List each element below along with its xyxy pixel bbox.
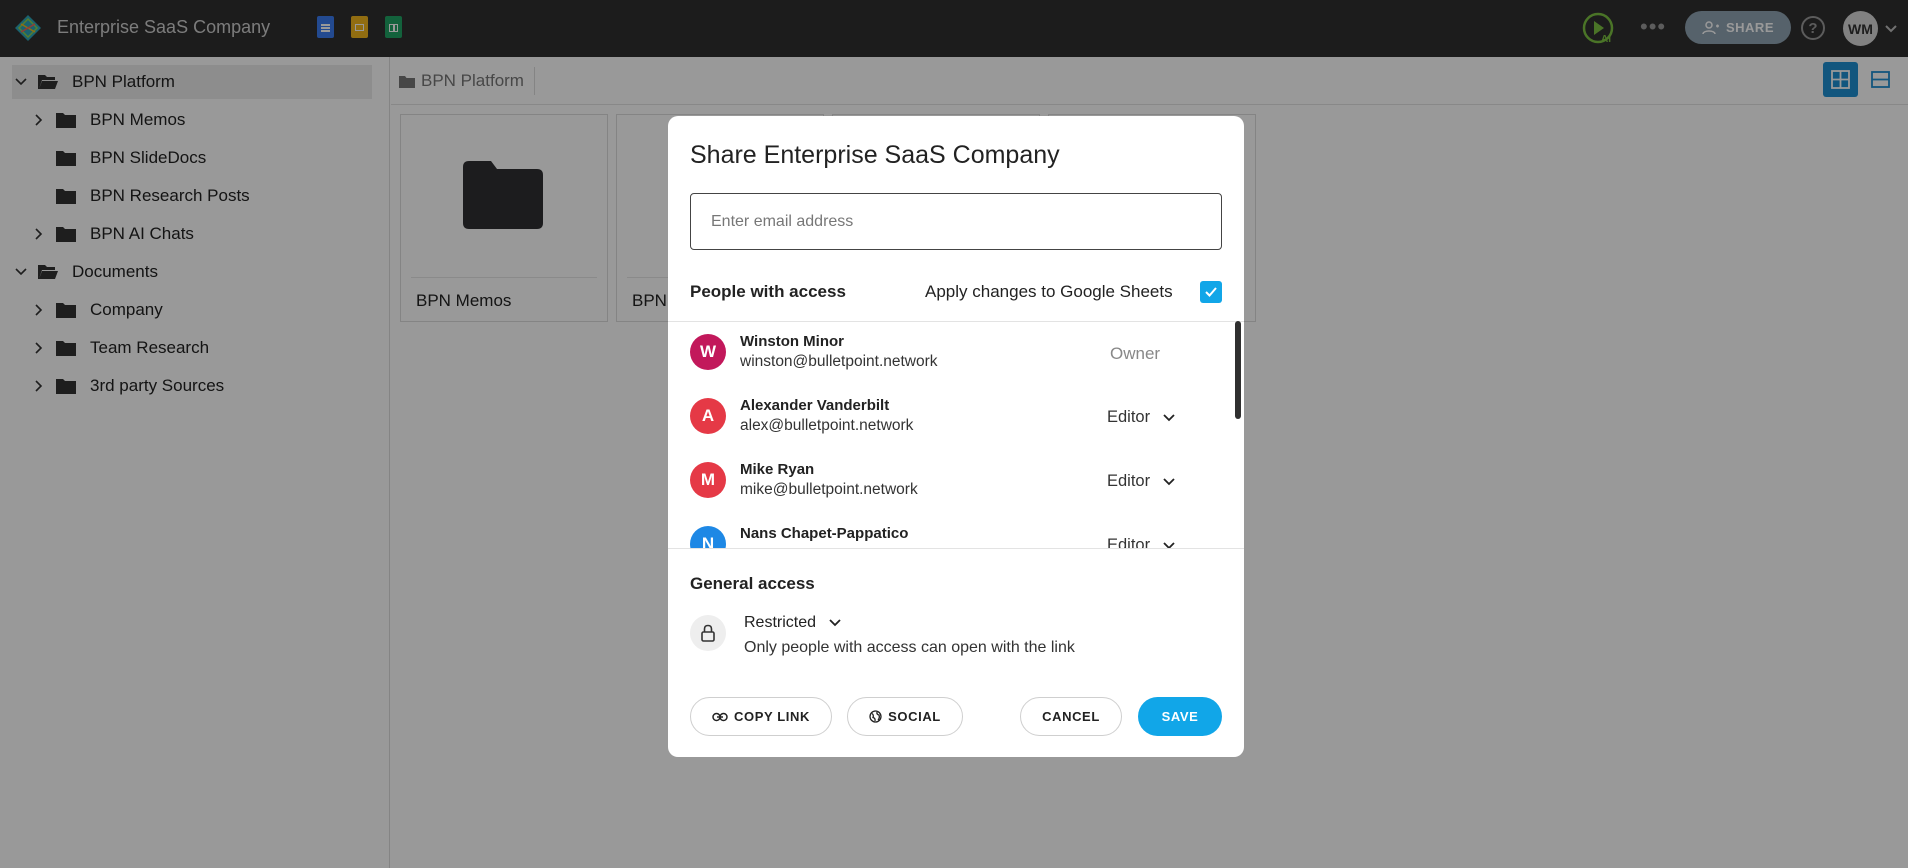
people-list[interactable]: W Winston Minor winston@bulletpoint.networ…	[668, 322, 1244, 548]
person-email: winston@bulletpoint.network	[740, 353, 938, 370]
chevron-down-icon	[1163, 541, 1175, 548]
list-divider	[668, 548, 1244, 549]
chevron-down-icon	[1163, 477, 1175, 485]
chevron-down-icon	[1163, 413, 1175, 421]
person-row[interactable]: M Mike Ryan mike@bulletpoint.network Editor	[690, 450, 1210, 510]
person-name: Nans Chapet-Pappatico	[740, 525, 909, 542]
link-icon	[712, 712, 728, 721]
person-email: mike@bulletpoint.network	[740, 481, 918, 498]
people-list-scrollbar[interactable]	[1235, 321, 1241, 419]
person-row[interactable]: A Alexander Vanderbilt alex@bulletpoint.ne…	[690, 386, 1210, 446]
share-dialog: Share Enterprise SaaS Company People wit…	[668, 116, 1244, 757]
email-input[interactable]	[690, 193, 1222, 250]
role-select[interactable]: Editor	[1107, 472, 1176, 491]
role-select[interactable]: Editor	[1107, 536, 1176, 548]
save-button[interactable]: SAVE	[1138, 697, 1222, 736]
social-label: SOCIAL	[888, 709, 941, 724]
person-avatar: W	[690, 334, 726, 370]
social-button[interactable]: SOCIAL	[847, 697, 963, 736]
globe-icon	[869, 710, 882, 723]
copy-link-label: COPY LINK	[734, 709, 810, 724]
role-select[interactable]: Editor	[1107, 408, 1176, 427]
person-row[interactable]: N Nans Chapet-Pappatico Editor	[690, 514, 1210, 548]
copy-link-button[interactable]: COPY LINK	[690, 697, 832, 736]
role-value: Editor	[1107, 472, 1151, 490]
checkmark-icon	[1205, 287, 1217, 297]
person-name: Mike Ryan	[740, 461, 815, 478]
general-access-description: Only people with access can open with th…	[744, 639, 1075, 656]
person-name: Winston Minor	[740, 333, 845, 350]
person-avatar: M	[690, 462, 726, 498]
person-email: alex@bulletpoint.network	[740, 417, 914, 434]
person-row[interactable]: W Winston Minor winston@bulletpoint.networ…	[690, 322, 1210, 382]
role-value: Editor	[1107, 408, 1151, 426]
general-access-value: Restricted	[744, 614, 817, 631]
person-avatar: A	[690, 398, 726, 434]
chevron-down-icon	[829, 619, 841, 627]
lock-icon	[690, 615, 726, 651]
apply-changes-checkbox[interactable]	[1200, 281, 1222, 303]
general-access-select[interactable]: Restricted	[744, 614, 842, 632]
cancel-button[interactable]: CANCEL	[1020, 697, 1122, 736]
person-name: Alexander Vanderbilt	[740, 397, 890, 414]
dialog-title: Share Enterprise SaaS Company	[690, 141, 1060, 169]
role-value: Editor	[1107, 536, 1151, 548]
role-label: Owner	[1110, 344, 1161, 363]
general-access-heading: General access	[690, 574, 815, 593]
apply-changes-label: Apply changes to Google Sheets	[925, 282, 1173, 301]
people-with-access-heading: People with access	[690, 282, 846, 301]
person-avatar: N	[690, 526, 726, 548]
